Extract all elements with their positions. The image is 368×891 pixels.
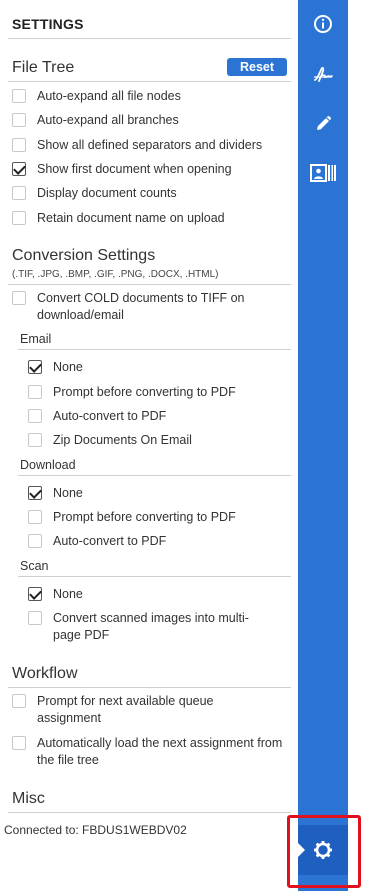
option-label: Prompt for next available queue assignme… xyxy=(37,694,214,725)
group-label-download: Download xyxy=(20,458,76,472)
checkbox[interactable] xyxy=(28,409,42,423)
option-label: Show first document when opening xyxy=(37,162,232,176)
reset-button[interactable]: Reset xyxy=(227,58,287,76)
option-label: None xyxy=(53,360,83,374)
checkbox[interactable] xyxy=(28,385,42,399)
option-download-none[interactable]: None xyxy=(28,485,288,502)
divider xyxy=(8,284,291,285)
option-label: Automatically load the next assignment f… xyxy=(37,736,283,767)
option-prompt-next-queue[interactable]: Prompt for next available queue assignme… xyxy=(12,693,277,727)
section-title-misc: Misc xyxy=(12,790,45,807)
divider xyxy=(18,576,291,577)
info-icon xyxy=(314,15,332,33)
option-retain-document-name[interactable]: Retain document name on upload xyxy=(12,210,292,227)
option-auto-expand-file-nodes[interactable]: Auto-expand all file nodes xyxy=(12,88,292,105)
option-auto-load-next-assignment[interactable]: Automatically load the next assignment f… xyxy=(12,735,284,769)
option-label: Show all defined separators and dividers xyxy=(37,138,263,152)
barcode-card-icon xyxy=(310,164,336,182)
signature-icon xyxy=(314,66,333,82)
option-label: Prompt before converting to PDF xyxy=(53,385,236,399)
option-display-document-counts[interactable]: Display document counts xyxy=(12,185,292,202)
checkbox[interactable] xyxy=(12,113,26,127)
option-label: Convert scanned images into multi-page P… xyxy=(53,611,249,642)
option-email-zip[interactable]: Zip Documents On Email xyxy=(28,432,288,449)
option-label: Zip Documents On Email xyxy=(53,433,192,447)
option-label: Prompt before converting to PDF xyxy=(53,510,236,524)
option-scan-multipage-pdf[interactable]: Convert scanned images into multi-page P… xyxy=(28,610,276,644)
sidebar xyxy=(298,0,348,891)
section-title-conversion: Conversion Settings xyxy=(12,247,156,264)
option-label: Auto-expand all file nodes xyxy=(37,89,181,103)
section-title-file-tree: File Tree xyxy=(12,59,75,76)
highlight-box xyxy=(287,815,361,888)
option-label: None xyxy=(53,486,83,500)
checkbox[interactable] xyxy=(28,433,42,447)
pencil-icon xyxy=(317,116,331,130)
conversion-file-types: (.TIF, .JPG, .BMP, .GIF, .PNG, .DOCX, .H… xyxy=(12,269,219,280)
sidebar-item-scan-card[interactable] xyxy=(298,153,348,193)
checkbox[interactable] xyxy=(28,534,42,548)
sidebar-item-edit[interactable] xyxy=(298,104,348,144)
checkbox[interactable] xyxy=(28,510,42,524)
option-email-none[interactable]: None xyxy=(28,359,288,376)
option-convert-cold[interactable]: Convert COLD documents to TIFF on downlo… xyxy=(12,290,282,324)
checkbox[interactable] xyxy=(28,611,42,625)
option-download-auto-convert[interactable]: Auto-convert to PDF xyxy=(28,533,288,550)
checkbox[interactable] xyxy=(12,736,26,750)
checkbox-checked[interactable] xyxy=(12,162,26,176)
checkbox-checked[interactable] xyxy=(28,587,42,601)
option-label: Retain document name on upload xyxy=(37,211,225,225)
group-label-scan: Scan xyxy=(20,559,49,573)
sidebar-item-info[interactable] xyxy=(298,4,348,44)
checkbox[interactable] xyxy=(12,186,26,200)
checkbox[interactable] xyxy=(12,89,26,103)
option-label: Auto-expand all branches xyxy=(37,113,179,127)
divider xyxy=(8,687,291,688)
checkbox-checked[interactable] xyxy=(28,360,42,374)
checkbox[interactable] xyxy=(12,694,26,708)
divider xyxy=(8,81,291,82)
option-label: Display document counts xyxy=(37,186,177,200)
section-title-workflow: Workflow xyxy=(12,665,78,682)
option-label: Convert COLD documents to TIFF on downlo… xyxy=(37,291,245,322)
option-download-prompt-pdf[interactable]: Prompt before converting to PDF xyxy=(28,509,288,526)
checkbox[interactable] xyxy=(12,291,26,305)
option-show-first-document[interactable]: Show first document when opening xyxy=(12,161,292,178)
settings-panel: SETTINGS File Tree Reset Auto-expand all… xyxy=(0,0,298,891)
connection-status: Connected to: FBDUS1WEBDV02 xyxy=(4,823,187,837)
option-scan-none[interactable]: None xyxy=(28,586,288,603)
option-label: Auto-convert to PDF xyxy=(53,409,167,423)
group-label-email: Email xyxy=(20,332,52,346)
divider xyxy=(8,812,291,813)
checkbox[interactable] xyxy=(12,211,26,225)
checkbox-checked[interactable] xyxy=(28,486,42,500)
checkbox[interactable] xyxy=(12,138,26,152)
divider xyxy=(8,38,291,39)
option-label: Auto-convert to PDF xyxy=(53,534,167,548)
option-show-separators[interactable]: Show all defined separators and dividers xyxy=(12,137,298,154)
divider xyxy=(18,349,291,350)
option-auto-expand-branches[interactable]: Auto-expand all branches xyxy=(12,112,292,129)
option-email-prompt-pdf[interactable]: Prompt before converting to PDF xyxy=(28,384,288,401)
option-email-auto-convert[interactable]: Auto-convert to PDF xyxy=(28,408,288,425)
option-label: None xyxy=(53,587,83,601)
panel-title: SETTINGS xyxy=(12,16,84,32)
divider xyxy=(18,475,291,476)
sidebar-item-signature[interactable] xyxy=(298,54,348,94)
